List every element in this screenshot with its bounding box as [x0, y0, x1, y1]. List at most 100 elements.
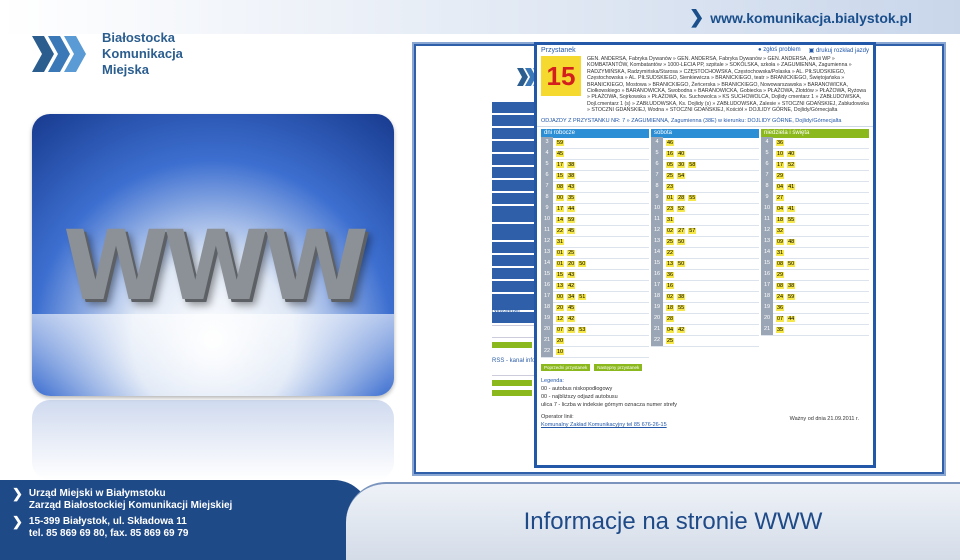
departure-minute: 30 [567, 326, 576, 333]
departure-minute: 13 [666, 260, 675, 267]
nav-item[interactable] [492, 154, 538, 165]
timetable-column: niedziela i święta 4 36 5 10 40 6 17 52 7 29 8 04 41 9… [761, 128, 869, 358]
operator-link[interactable]: Komunalny Zakład Komunikacyjny tel 85 67… [541, 422, 667, 428]
hour-cell: 9 [761, 192, 773, 204]
timetable-row: 8 23 [651, 181, 759, 193]
timetable-row: 10 04 41 [761, 203, 869, 215]
departure-minute: 51 [578, 293, 587, 300]
nav-item[interactable] [492, 180, 538, 191]
hour-cell: 5 [541, 159, 553, 171]
timetable-row: 13 09 48 [761, 236, 869, 248]
timetable-row: 11 22 45 [541, 225, 649, 237]
minutes-cell: 36 [663, 271, 675, 278]
next-stop-button[interactable]: Następny przystanek [594, 363, 643, 371]
departure-minute: 07 [556, 326, 565, 333]
previous-stop-button[interactable]: Poprzedni przystanek [541, 363, 591, 371]
hour-cell: 17 [761, 280, 773, 292]
hour-cell: 9 [651, 192, 663, 204]
hour-cell: 9 [541, 203, 553, 215]
hour-cell: 6 [761, 159, 773, 171]
timetable-row: 14 22 [651, 247, 759, 259]
rss-field[interactable] [492, 368, 538, 376]
departure-minute: 40 [787, 150, 796, 157]
hour-cell: 4 [541, 148, 553, 160]
hour-cell: 22 [541, 346, 553, 358]
minutes-cell: 04 41 [773, 183, 796, 190]
website-url[interactable]: ❯ www.komunikacja.bialystok.pl [689, 7, 912, 28]
nav-item[interactable] [492, 128, 538, 139]
departure-minute: 17 [776, 161, 785, 168]
departure-minute: 04 [776, 183, 785, 190]
minutes-cell: 36 [773, 139, 785, 146]
report-problem-link[interactable]: ● zgłoś problem [758, 47, 801, 54]
departure-minute: 17 [556, 161, 565, 168]
hour-cell: 18 [651, 291, 663, 303]
rss-button[interactable] [492, 380, 532, 386]
logo-line: Białostocka [102, 30, 175, 45]
minutes-cell: 17 52 [773, 161, 796, 168]
minutes-cell: 16 [663, 282, 675, 289]
timetable-row: 18 20 45 [541, 302, 649, 314]
departure-minute: 55 [677, 304, 686, 311]
newsletter-field[interactable] [492, 318, 538, 326]
departure-minute: 14 [556, 216, 565, 223]
logo-line: Komunikacja [102, 46, 183, 61]
hour-cell: 12 [651, 225, 663, 237]
departure-minute: 41 [787, 205, 796, 212]
timetable-row: 4 46 [651, 137, 759, 149]
hour-cell: 20 [761, 313, 773, 325]
newsletter-field[interactable] [492, 330, 538, 338]
timetable-row: 12 02 27 57 [651, 225, 759, 237]
hour-cell: 7 [651, 170, 663, 182]
departure-minute: 10 [556, 348, 565, 355]
minutes-cell: 31 [663, 216, 675, 223]
departure-minute: 05 [666, 161, 675, 168]
departure-minute: 42 [677, 326, 686, 333]
timetable-row: 10 23 52 [651, 203, 759, 215]
nav-item[interactable] [492, 242, 538, 253]
departure-minute: 35 [776, 326, 785, 333]
minutes-cell: 28 [663, 315, 675, 322]
departure-minute: 12 [556, 315, 565, 322]
timetable-row: 14 31 [761, 247, 869, 259]
nav-item[interactable] [492, 224, 538, 240]
timetable-column-header: sobota [651, 128, 759, 138]
departure-minute: 55 [688, 194, 697, 201]
nav-item[interactable] [492, 281, 538, 292]
departure-minute: 25 [666, 337, 675, 344]
timetable-row: 10 14 59 [541, 214, 649, 226]
nav-item[interactable] [492, 268, 538, 279]
departure-minute: 02 [666, 293, 675, 300]
departure-minute: 38 [567, 172, 576, 179]
departure-minute: 17 [556, 205, 565, 212]
departure-minute: 27 [776, 194, 785, 201]
departure-minute: 34 [567, 293, 576, 300]
print-timetable-link[interactable]: ▣ drukuj rozkład jazdy [809, 47, 869, 54]
nav-item[interactable] [492, 193, 538, 204]
departure-minute: 24 [776, 293, 785, 300]
rss-button[interactable] [492, 390, 532, 396]
footer-row: ❯ Urząd Miejski w Białymstoku Zarząd Bia… [12, 487, 370, 512]
nav-item[interactable] [492, 167, 538, 178]
nav-item[interactable] [492, 141, 538, 152]
timetable-row: 7 29 [761, 170, 869, 182]
nav-item[interactable] [492, 206, 538, 222]
legend-item: ulica 7 - liczba w indeksie górnym oznac… [541, 401, 678, 408]
timetable-row: 21 35 [761, 324, 869, 336]
newsletter-button[interactable] [492, 342, 532, 348]
nav-item[interactable] [492, 255, 538, 266]
timetable-row: 17 16 [651, 280, 759, 292]
departure-minute: 23 [666, 205, 675, 212]
legend-title: Legenda: [541, 377, 564, 384]
timetable-row: 14 01 20 50 [541, 258, 649, 270]
hour-cell: 8 [761, 181, 773, 193]
panel-header: Przystanek ● zgłoś problem ▣ drukuj rozk… [537, 45, 873, 56]
departure-minute: 28 [677, 194, 686, 201]
departure-minute: 25 [666, 238, 675, 245]
nav-item[interactable] [492, 115, 538, 126]
route-number-badge: 15 [541, 56, 581, 96]
nav-item[interactable] [492, 102, 538, 113]
timetable-row: 18 02 38 [651, 291, 759, 303]
departure-minute: 01 [556, 260, 565, 267]
www-illustration: WWW [32, 114, 394, 396]
